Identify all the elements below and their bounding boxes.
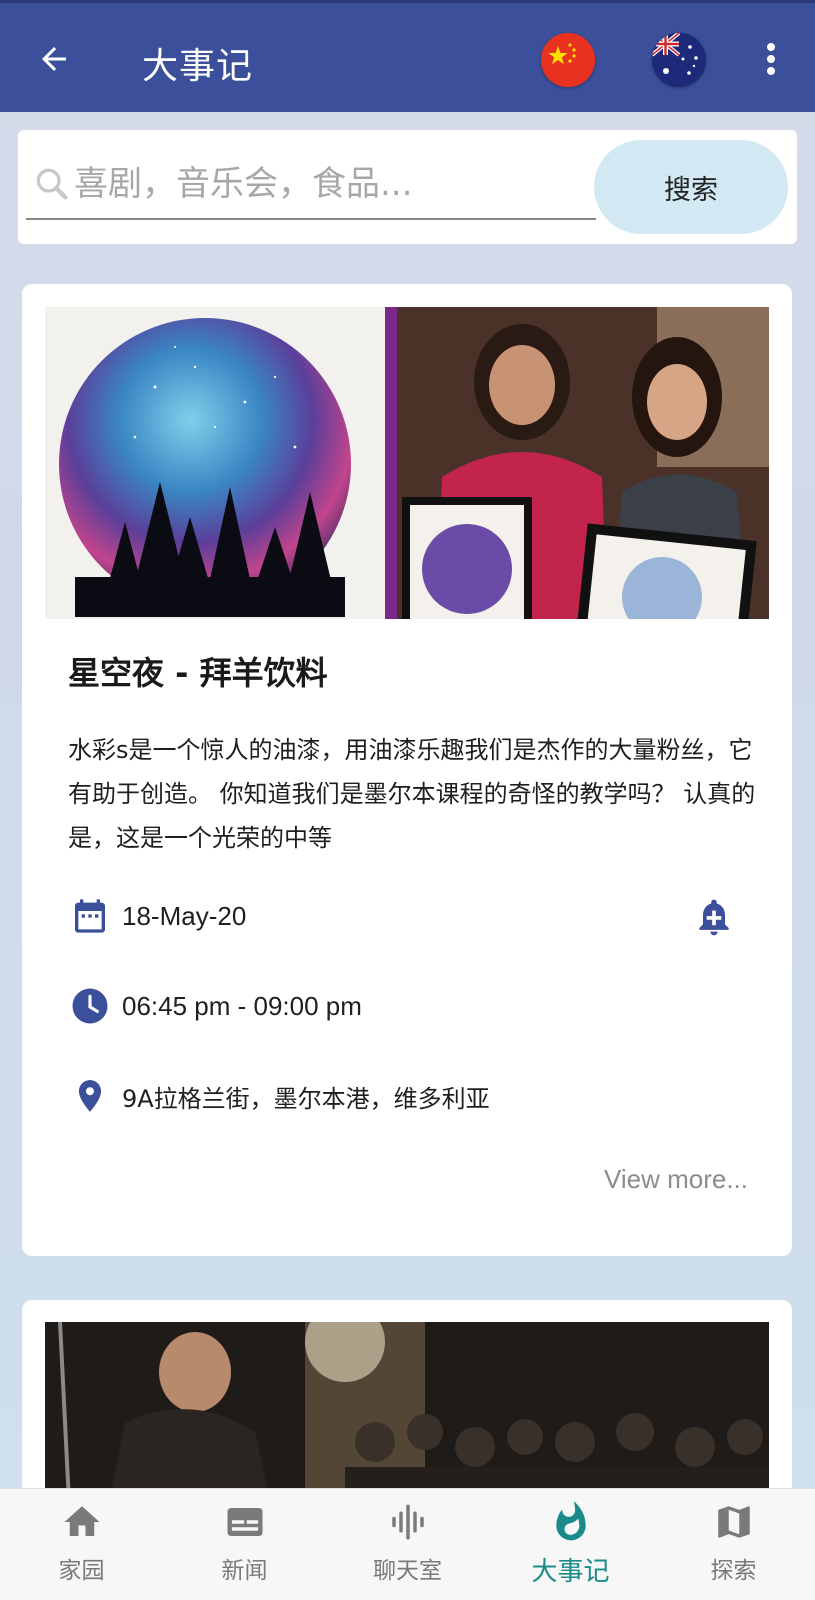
event-time: 06:45 pm - 09:00 pm — [122, 990, 362, 1021]
calendar-icon — [68, 894, 112, 938]
event-time-row: 06:45 pm - 09:00 pm — [68, 984, 362, 1028]
nav-item-events[interactable]: 大事记 — [489, 1489, 652, 1600]
event-location: 9A拉格兰街，墨尔本港，维多利亚 — [122, 1084, 490, 1113]
australia-flag-icon[interactable] — [652, 33, 706, 87]
nav-label: 探索 — [710, 1558, 757, 1584]
event-card[interactable]: 星空夜 - 拜羊饮料 水彩s是一个惊人的油漆，用油漆乐趣我们是杰作的大量粉丝，它… — [22, 284, 792, 1256]
search-button[interactable]: 搜索 — [594, 140, 788, 234]
clock-icon — [68, 984, 112, 1028]
nav-item-home[interactable]: 家园 — [0, 1489, 163, 1600]
nav-label: 家园 — [58, 1558, 105, 1584]
event-date: 18-May-20 — [122, 900, 247, 931]
search-field[interactable] — [26, 150, 596, 220]
bottom-navigation: 家园 新闻 聊天室 大事记 探索 — [0, 1488, 815, 1600]
back-arrow-icon[interactable] — [34, 39, 74, 79]
search-panel: 搜索 — [18, 130, 797, 244]
news-icon — [222, 1499, 268, 1545]
nav-label: 聊天室 — [373, 1558, 442, 1584]
nav-label: 大事记 — [531, 1557, 610, 1587]
flame-icon — [548, 1499, 594, 1545]
nav-label: 新闻 — [221, 1558, 268, 1584]
nav-item-news[interactable]: 新闻 — [163, 1489, 326, 1600]
event-card[interactable] — [22, 1300, 792, 1522]
location-pin-icon — [68, 1074, 112, 1118]
event-location-row: 9A拉格兰街，墨尔本港，维多利亚 — [68, 1074, 490, 1118]
add-reminder-bell-icon[interactable] — [690, 892, 738, 942]
home-icon — [59, 1499, 105, 1545]
nav-item-chatroom[interactable]: 聊天室 — [326, 1489, 489, 1600]
event-title[interactable]: 星空夜 - 拜羊饮料 — [68, 648, 328, 694]
audio-wave-icon — [385, 1499, 431, 1545]
nav-item-explore[interactable]: 探索 — [652, 1489, 815, 1600]
app-bar: 大事记 — [0, 0, 815, 112]
event-description: 水彩s是一个惊人的油漆，用油漆乐趣我们是杰作的大量粉丝，它有助于创造。 你知道我… — [68, 736, 756, 852]
event-photo-image — [397, 307, 769, 619]
event-image — [45, 307, 769, 619]
china-flag-icon[interactable] — [541, 33, 595, 87]
event-date-row: 18-May-20 — [68, 894, 246, 938]
map-icon — [711, 1499, 757, 1545]
page-title: 大事记 — [142, 46, 254, 87]
search-icon — [36, 168, 68, 200]
more-vert-icon[interactable] — [756, 39, 786, 79]
watercolor-painting-image — [45, 307, 385, 619]
view-more-link[interactable]: View more... — [604, 1164, 748, 1195]
search-input[interactable] — [74, 164, 584, 204]
